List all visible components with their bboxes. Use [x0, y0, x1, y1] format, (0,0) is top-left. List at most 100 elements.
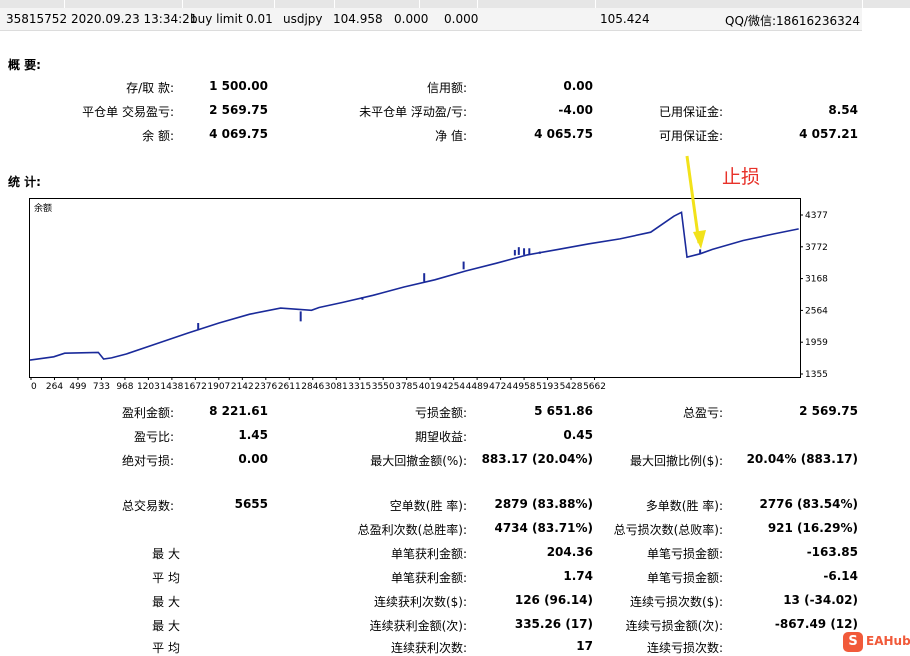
- label-relative-drawdown: 最大回撤比例($):: [629, 454, 723, 468]
- value-free-margin: 4 057.21: [799, 127, 858, 141]
- label-gross-loss: 亏损金额:: [414, 406, 467, 420]
- stop-loss-annotation: 止损: [722, 166, 761, 188]
- value-largest-loss: -163.85: [806, 545, 858, 559]
- value-average-loss: -6.14: [823, 569, 858, 583]
- trade-size: 0.01: [246, 12, 273, 26]
- x-tick-label: 4724: [489, 382, 512, 392]
- value-relative-drawdown: 20.04% (883.17): [746, 452, 858, 466]
- stats-title: 统 计:: [8, 175, 41, 189]
- trade-type: buy limit: [190, 12, 243, 26]
- label-floating-pl: 未平仓单 浮动盈/亏:: [359, 105, 467, 119]
- y-axis-ticks: 4377 3772 3168 2564 1959 1355: [800, 211, 828, 380]
- value-max-consecutive-wins: 126 (96.14): [514, 593, 593, 607]
- value-total-trades: 5655: [234, 497, 268, 511]
- x-tick-label: 2142: [231, 382, 254, 392]
- value-margin: 8.54: [828, 103, 858, 117]
- value-loss-trades: 921 (16.29%): [767, 521, 858, 535]
- value-absolute-drawdown: 0.00: [238, 452, 268, 466]
- x-tick-label: 1438: [160, 382, 183, 392]
- label-deposit: 存/取 款:: [126, 81, 174, 95]
- x-tick-label: 4489: [466, 382, 489, 392]
- x-tick-label: 4019: [419, 382, 442, 392]
- value-maximal-consecutive-profit: 335.26 (17): [514, 617, 593, 631]
- x-tick-label: 3550: [372, 382, 395, 392]
- balance-chart: 余额: [29, 198, 801, 378]
- label-maximal: 最 大: [152, 619, 180, 633]
- value-maximal-consecutive-loss: -867.49 (12): [774, 617, 858, 631]
- label-gross-profit: 盈利金额:: [121, 406, 174, 420]
- value-max-drawdown: 883.17 (20.04%): [481, 452, 593, 466]
- x-tick-label: 499: [69, 382, 86, 392]
- label-max-drawdown: 最大回撤金额(%):: [370, 454, 467, 468]
- value-equity: 4 065.75: [534, 127, 593, 141]
- label-long-positions: 多单数(胜 率):: [645, 499, 723, 513]
- value-profit-trades: 4734 (83.71%): [494, 521, 593, 535]
- value-short-positions: 2879 (83.88%): [494, 497, 593, 511]
- x-tick-label: 1907: [207, 382, 230, 392]
- balance-line-series-0: [30, 211, 799, 361]
- label-equity: 净 值:: [435, 129, 467, 143]
- label-closed-pl: 平仓单 交易盈亏:: [82, 105, 174, 119]
- trade-row[interactable]: 35815752 2020.09.23 13:34:21 buy limit 0…: [0, 8, 862, 31]
- label-profit-factor: 盈亏比:: [133, 430, 174, 444]
- watermark-text: EAHub: [866, 634, 910, 648]
- trade-contact: QQ/微信:18616236324: [725, 14, 860, 28]
- label-average: 平 均: [152, 571, 180, 585]
- x-tick-label: 5662: [583, 382, 606, 392]
- label-total-trades: 总交易数:: [121, 499, 174, 513]
- x-tick-label: 733: [93, 382, 110, 392]
- x-tick-label: 1672: [184, 382, 207, 392]
- x-tick-label: 4958: [513, 382, 536, 392]
- x-tick-label: 968: [116, 382, 133, 392]
- y-tick-label: 4377: [805, 211, 828, 221]
- trade-time: 2020.09.23 13:34:21: [71, 12, 198, 26]
- value-balance: 4 069.75: [209, 127, 268, 141]
- balance-chart-plot: 余额: [30, 202, 799, 361]
- x-tick-label: 5428: [560, 382, 583, 392]
- label-absolute-drawdown: 绝对亏损:: [121, 454, 174, 468]
- label-free-margin: 可用保证金:: [658, 129, 723, 143]
- label-profit-trades: 总盈利次数(总胜率):: [357, 523, 467, 537]
- value-long-positions: 2776 (83.54%): [759, 497, 858, 511]
- x-tick-label: 2376: [254, 382, 277, 392]
- label-average-consecutive: 平 均: [152, 641, 180, 655]
- x-tick-label: 2846: [301, 382, 324, 392]
- value-gross-profit: 8 221.61: [209, 404, 268, 418]
- value-deposit: 1 500.00: [209, 79, 268, 93]
- value-gross-loss: 5 651.86: [534, 404, 593, 418]
- trade-price: 104.958: [333, 12, 383, 26]
- label-max-consecutive-losses: 连续亏损次数($):: [629, 595, 723, 609]
- value-closed-pl: 2 569.75: [209, 103, 268, 117]
- value-credit: 0.00: [563, 79, 593, 93]
- summary-title: 概 要:: [8, 58, 41, 72]
- label-loss-trades: 总亏损次数(总败率):: [613, 523, 723, 537]
- label-largest-profit: 单笔获利金额:: [390, 547, 467, 561]
- label-maximal-consecutive-loss: 连续亏损金额(次):: [625, 619, 723, 633]
- trade-close-price: 105.424: [600, 12, 650, 26]
- label-largest: 最 大: [152, 547, 180, 561]
- value-profit-factor: 1.45: [238, 428, 268, 442]
- label-average-loss: 单笔亏损金额:: [646, 571, 723, 585]
- label-expected-payoff: 期望收益:: [414, 430, 467, 444]
- trade-tp: 0.000: [444, 12, 479, 26]
- label-maximum: 最 大: [152, 595, 180, 609]
- value-floating-pl: -4.00: [558, 103, 593, 117]
- trade-ticket: 35815752: [6, 12, 68, 26]
- y-tick-label: 3772: [805, 243, 828, 253]
- label-maximal-consecutive-profit: 连续获利金额(次):: [369, 619, 467, 633]
- x-tick-label: 3315: [348, 382, 371, 392]
- x-tick-label: 5193: [536, 382, 559, 392]
- value-max-consecutive-losses: 13 (-34.02): [783, 593, 858, 607]
- label-average-profit: 单笔获利金额:: [390, 571, 467, 585]
- x-axis-ticks: 0 264 499 733 968 1203 1438 1672 1907 2142 2376 261…: [30, 377, 606, 392]
- label-short-positions: 空单数(胜 率):: [389, 499, 467, 513]
- label-largest-loss: 单笔亏损金额:: [646, 547, 723, 561]
- label-avg-consecutive-wins: 连续获利次数:: [390, 641, 467, 655]
- x-tick-label: 0: [31, 382, 37, 392]
- label-total-pl: 总盈亏:: [682, 406, 723, 420]
- trade-sl: 0.000: [394, 12, 429, 26]
- eahub-logo-icon: S: [843, 632, 863, 652]
- chart-title: 余额: [34, 202, 52, 214]
- label-credit: 信用额:: [426, 81, 467, 95]
- value-total-pl: 2 569.75: [799, 404, 858, 418]
